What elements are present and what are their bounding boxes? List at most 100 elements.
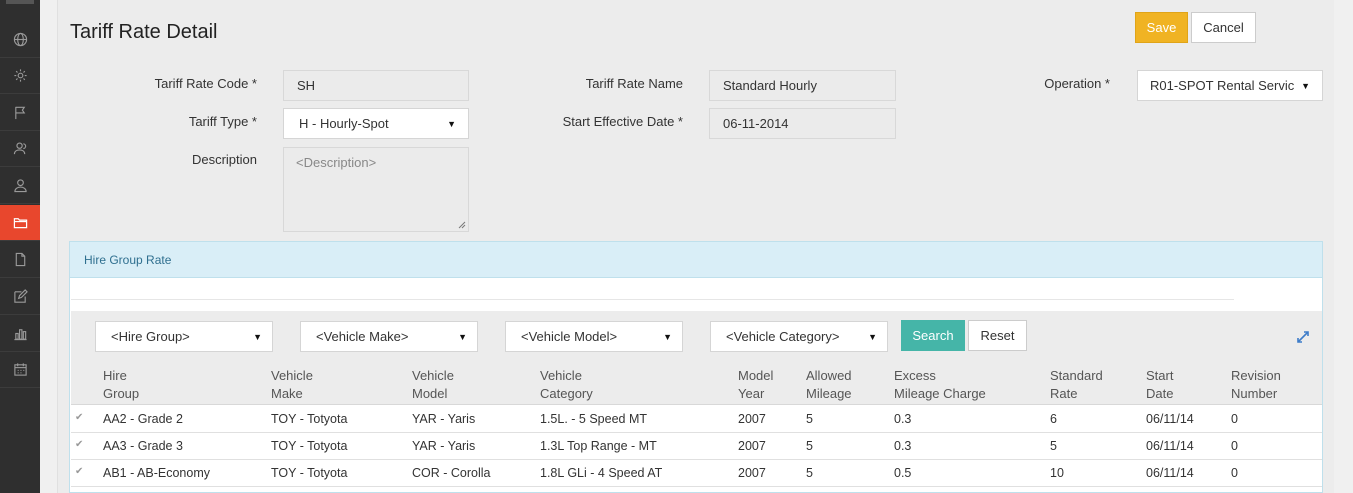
cell-vehicle-make: TOY - Totyota [271,466,348,480]
caret-down-icon: ▼ [458,331,467,342]
sidebar-item-document[interactable] [0,242,40,278]
tariff-rate-name-label: Tariff Rate Name [585,76,683,91]
cell-hire-group: AA2 - Grade 2 [103,412,183,426]
cell-model-year: 2007 [738,412,766,426]
hire-group-rate-panel: Hire Group Rate <Hire Group> ▼ <Vehicle … [69,241,1323,493]
flag-icon [14,106,25,120]
sidebar-item-edit[interactable] [0,279,40,315]
save-button[interactable]: Save [1135,12,1188,43]
tariff-rate-name-field[interactable]: Standard Hourly [709,70,896,101]
operation-select[interactable]: R01-SPOT Rental Servic ▼ [1137,70,1323,101]
table-row[interactable] [71,406,1322,433]
col-header-vehicle-model[interactable]: Vehicle Model [412,367,454,403]
table-header [71,365,1322,405]
cell-excess-mileage-charge: 0.5 [894,466,912,480]
description-textarea[interactable]: <Description> [283,147,469,232]
hire-group-filter[interactable]: <Hire Group> ▼ [95,321,273,352]
cell-model-year: 2007 [738,466,766,480]
bar-chart-icon [13,329,27,341]
col-header-hire-group[interactable]: Hire Group [103,367,139,403]
caret-down-icon: ▼ [253,331,262,342]
cell-start-date: 06/11/14 [1146,466,1194,480]
cell-standard-rate: 6 [1050,412,1057,426]
cancel-button[interactable]: Cancel [1191,12,1256,43]
cell-vehicle-category: 1.3L Top Range - MT [540,439,657,453]
hire-group-filter-value: <Hire Group> [111,329,190,344]
cell-standard-rate: 5 [1050,439,1057,453]
cell-allowed-mileage: 5 [806,412,813,426]
sidebar [0,0,40,493]
start-effective-date-label: Start Effective Date * [562,114,683,129]
col-header-revision-number[interactable]: Revision Number [1231,367,1281,403]
sidebar-top-bar [6,0,34,4]
col-header-model-year[interactable]: Model Year [738,367,773,403]
search-button[interactable]: Search [901,320,965,351]
col-header-vehicle-make[interactable]: Vehicle Make [271,367,313,403]
tariff-type-label: Tariff Type * [188,114,257,129]
col-header-excess-mileage-charge[interactable]: Excess Mileage Charge [894,367,986,403]
col-header-allowed-mileage[interactable]: Allowed Mileage [806,367,852,403]
cell-vehicle-make: TOY - Totyota [271,412,348,426]
tariff-type-select-value: H - Hourly-Spot [299,116,389,131]
cell-vehicle-model: COR - Corolla [412,466,491,480]
cell-vehicle-model: YAR - Yaris [412,439,476,453]
globe-icon [13,32,27,47]
row-checkbox[interactable]: ✔ [75,412,83,423]
calendar-icon [13,363,27,376]
operation-label: Operation * [1044,76,1110,91]
cell-start-date: 06/11/14 [1146,439,1194,453]
sidebar-item-flag[interactable] [0,95,40,131]
vehicle-category-filter[interactable]: <Vehicle Category> ▼ [710,321,888,352]
folder-icon [13,218,27,229]
table-row[interactable] [71,460,1322,487]
vehicle-category-filter-value: <Vehicle Category> [726,329,840,344]
gear-icon [13,69,27,82]
edit-icon [13,289,28,303]
cell-standard-rate: 10 [1050,466,1064,480]
sidebar-item-globe[interactable] [0,22,40,58]
tariff-rate-code-label: Tariff Rate Code * [154,76,257,91]
panel-divider [71,299,1234,300]
table-row[interactable] [71,433,1322,460]
vehicle-make-filter-value: <Vehicle Make> [316,329,409,344]
sidebar-item-users[interactable] [0,131,40,167]
col-header-standard-rate[interactable]: Standard Rate [1050,367,1103,403]
cell-vehicle-category: 1.5L. - 5 Speed MT [540,412,648,426]
cell-excess-mileage-charge: 0.3 [894,439,912,453]
sidebar-item-user[interactable] [0,168,40,204]
caret-down-icon: ▼ [447,118,456,129]
tariff-rate-code-field[interactable]: SH [283,70,469,101]
caret-down-icon: ▼ [1301,80,1310,91]
cell-vehicle-make: TOY - Totyota [271,439,348,453]
start-effective-date-field[interactable]: 06-11-2014 [709,108,896,139]
cell-revision-number: 0 [1231,439,1238,453]
cell-hire-group: AA3 - Grade 3 [103,439,183,453]
description-label: Description [191,152,257,167]
vehicle-make-filter[interactable]: <Vehicle Make> ▼ [300,321,478,352]
sidebar-item-folder[interactable] [0,205,40,241]
vehicle-model-filter[interactable]: <Vehicle Model> ▼ [505,321,683,352]
reset-button[interactable]: Reset [968,320,1027,351]
user-icon [13,179,27,193]
col-header-vehicle-category[interactable]: Vehicle Category [540,367,593,403]
cell-revision-number: 0 [1231,412,1238,426]
cell-model-year: 2007 [738,439,766,453]
resize-grip-icon[interactable] [458,221,466,229]
cell-allowed-mileage: 5 [806,466,813,480]
col-header-start-date[interactable]: Start Date [1146,367,1173,403]
sidebar-item-calendar[interactable] [0,352,40,388]
tariff-type-select[interactable]: H - Hourly-Spot ▼ [283,108,469,139]
cell-hire-group: AB1 - AB-Economy [103,466,210,480]
expand-icon[interactable] [1296,330,1310,344]
row-checkbox[interactable]: ✔ [75,466,83,477]
caret-down-icon: ▼ [663,331,672,342]
operation-select-value: R01-SPOT Rental Servic [1150,78,1295,93]
sidebar-item-reports[interactable] [0,316,40,352]
sidebar-item-settings[interactable] [0,58,40,94]
cell-vehicle-model: YAR - Yaris [412,412,476,426]
page-title: Tariff Rate Detail [70,21,218,43]
description-placeholder: <Description> [296,155,377,170]
document-icon [15,252,25,267]
cell-revision-number: 0 [1231,466,1238,480]
row-checkbox[interactable]: ✔ [75,439,83,450]
